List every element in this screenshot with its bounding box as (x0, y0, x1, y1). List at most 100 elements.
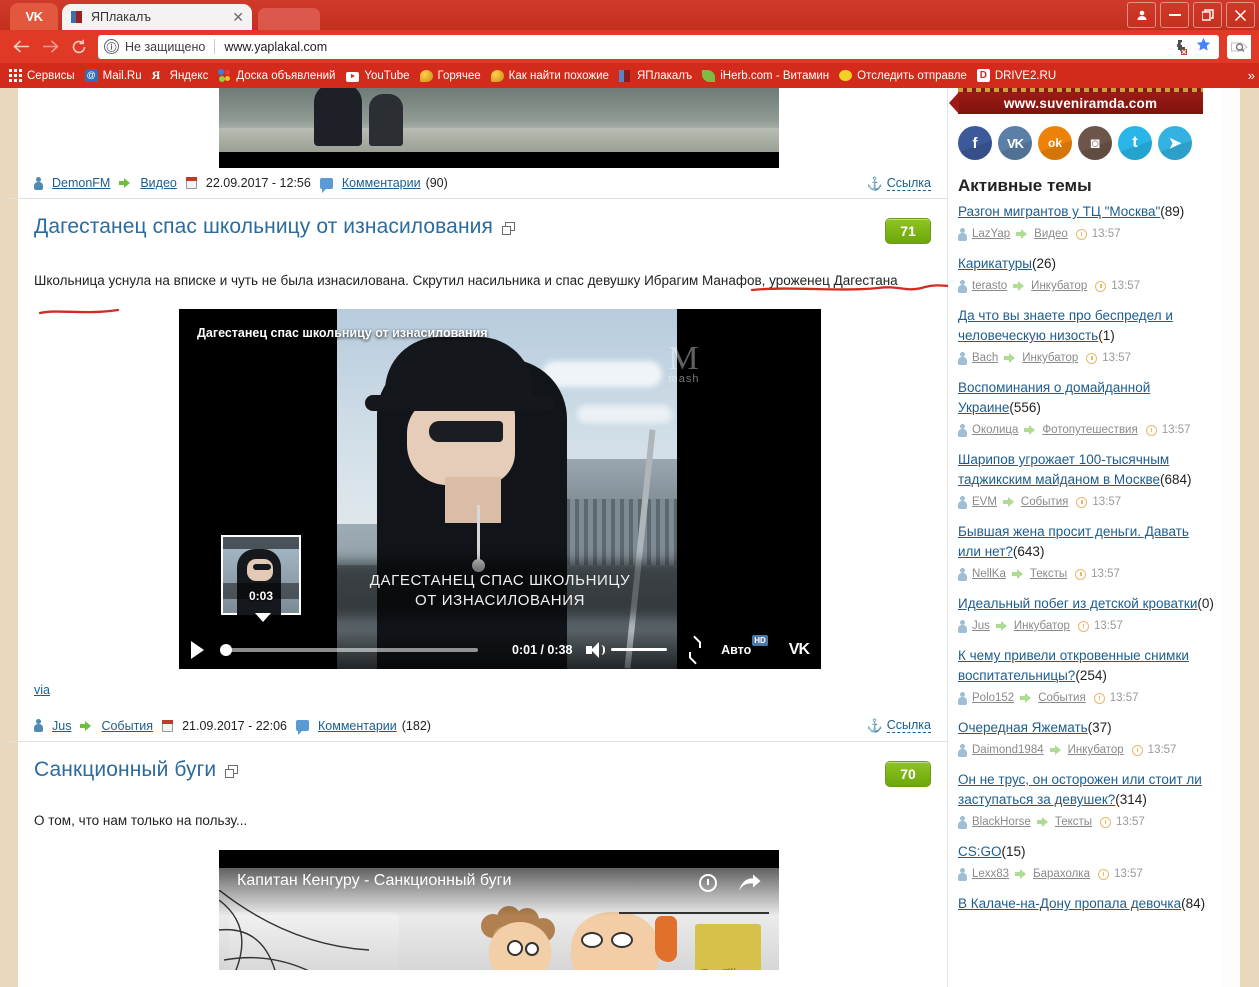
reload-button[interactable] (66, 34, 92, 60)
tab-yaplakal[interactable]: ЯПлакалъ ✕ (62, 4, 252, 30)
back-button[interactable] (8, 34, 34, 60)
topic-author-link[interactable]: BlackHorse (972, 813, 1031, 831)
topic-author-link[interactable]: Polo152 (972, 689, 1014, 707)
extension-puzzle-icon[interactable] (1172, 39, 1188, 55)
seek-bar[interactable] (220, 643, 478, 656)
topic-author-link[interactable]: Околица (972, 421, 1018, 439)
volume-slider[interactable] (610, 648, 667, 651)
bookmark-item-tracking[interactable]: Отследить отправле (834, 66, 972, 86)
profile-icon[interactable] (1127, 2, 1156, 28)
youtube-video-player[interactable]: Трампу Капитан Кенгуру - Санкционный буг… (219, 850, 779, 970)
topic-title-link[interactable]: Да что вы знаете про беспредел и человеч… (958, 308, 1173, 343)
topic-author-link[interactable]: Lexx83 (972, 865, 1009, 883)
close-button[interactable] (1226, 2, 1255, 28)
twitter-icon[interactable]: t (1118, 126, 1152, 160)
bookmark-item-similar[interactable]: Как найти похожие (486, 66, 614, 86)
topic-title-link[interactable]: Идеальный побег из детской кроватки (958, 596, 1197, 611)
copy-link-icon[interactable] (225, 764, 239, 778)
quality-selector[interactable]: АвтоHD (721, 634, 768, 657)
topic-author-link[interactable]: terasto (972, 277, 1007, 295)
security-info-icon[interactable]: ⓘ (104, 39, 119, 54)
bookmark-item-yaplakal[interactable]: ЯПлакалъ (614, 66, 697, 86)
address-bar[interactable]: ⓘ Не защищено www.yaplakal.com (98, 34, 1219, 59)
topic-section-link[interactable]: Тексты (1055, 813, 1092, 831)
bookmark-item-mailru[interactable]: @ Mail.Ru (80, 66, 147, 86)
topic-title-link[interactable]: Он не трус, он осторожен или стоит ли за… (958, 772, 1202, 807)
topic-section-link[interactable]: Тексты (1030, 565, 1067, 583)
fullscreen-icon[interactable] (688, 635, 702, 664)
bookmark-item-drive2[interactable]: D DRIVE2.RU (972, 66, 1061, 86)
topic-title-link[interactable]: К чему привели откровенные снимки воспит… (958, 648, 1189, 683)
tab-close-icon[interactable]: ✕ (232, 10, 244, 24)
topic-title-link[interactable]: Очередная Яжемать (958, 720, 1088, 735)
topic-title-link[interactable]: В Калаче-на-Дону пропала девочка (958, 896, 1181, 911)
topic-author-link[interactable]: Bach (972, 349, 998, 367)
share-icon[interactable] (739, 874, 761, 892)
youtube-video-title[interactable]: Капитан Кенгуру - Санкционный буги (237, 872, 511, 890)
bookmark-item-services[interactable]: Сервисы (4, 66, 80, 86)
post-permalink[interactable]: Ссылка (886, 718, 931, 733)
bookmark-item-youtube[interactable]: YouTube (341, 66, 414, 86)
vk-brand-icon[interactable]: VK (789, 641, 810, 659)
topic-author-link[interactable]: LazYap (972, 225, 1010, 243)
topic-section-link[interactable]: События (1038, 689, 1085, 707)
topic-author-link[interactable]: Daimond1984 (972, 741, 1044, 759)
instagram-icon[interactable]: ◙ (1078, 126, 1112, 160)
topic-section-link[interactable]: Барахолка (1033, 865, 1090, 883)
forward-button[interactable] (37, 34, 63, 60)
minimize-button[interactable] (1160, 2, 1189, 28)
post-permalink[interactable]: Ссылка (886, 176, 931, 191)
vk-video-player[interactable]: M mash Дагестанец спас школьницу от изна… (179, 308, 821, 669)
topic-section-link[interactable]: Инкубатор (1022, 349, 1078, 367)
topic-section-link[interactable]: Инкубатор (1014, 617, 1070, 635)
topic-section-link[interactable]: Фотопутешествия (1042, 421, 1137, 439)
topic-title-link[interactable]: Карикатуры (958, 256, 1032, 271)
topic-title-link[interactable]: Разгон мигрантов у ТЦ "Москва" (958, 204, 1160, 219)
via-link[interactable]: via (32, 669, 52, 697)
post-author-link[interactable]: DemonFM (52, 176, 110, 190)
yaplakal-favicon-icon (70, 10, 84, 24)
topic-section-link[interactable]: Инкубатор (1031, 277, 1087, 295)
topic-item: Шарипов угрожает 100-тысячным таджикским… (958, 450, 1214, 511)
vk-icon[interactable]: VK (998, 126, 1032, 160)
topic-author-link[interactable]: EVM (972, 493, 997, 511)
facebook-icon[interactable]: f (958, 126, 992, 160)
post-title[interactable]: Санкционный буги (34, 758, 216, 782)
video-thumbnail-truncated[interactable] (219, 88, 779, 168)
volume-icon[interactable] (586, 641, 606, 658)
page-left-margin (0, 88, 18, 987)
tab-vk-home[interactable]: VK (10, 3, 58, 30)
ad-banner[interactable]: www.suveniramda.com (949, 88, 1203, 114)
maximize-restore-button[interactable] (1193, 2, 1222, 28)
bookmarks-overflow-icon[interactable]: » (1248, 68, 1255, 83)
topic-author-link[interactable]: NellKa (972, 565, 1006, 583)
odnoklassniki-icon[interactable]: ok (1038, 126, 1072, 160)
topic-section-link[interactable]: Инкубатор (1068, 741, 1124, 759)
seek-preview-thumbnail: 0:03 (221, 534, 301, 622)
copy-link-icon[interactable] (501, 222, 515, 235)
bookmark-star-icon[interactable] (1196, 37, 1211, 56)
topic-section-link[interactable]: События (1021, 493, 1068, 511)
topic-title-link[interactable]: Воспоминания о домайданной Украине (958, 380, 1150, 415)
search-menu-icon[interactable] (1227, 34, 1251, 59)
topic-title-link[interactable]: Шарипов угрожает 100-тысячным таджикским… (958, 452, 1169, 487)
topic-section-link[interactable]: Видео (1034, 225, 1068, 243)
post-category-link[interactable]: Видео (140, 176, 177, 190)
topic-title-link[interactable]: Бывшая жена просит деньги. Давать или не… (958, 524, 1189, 559)
url-text[interactable]: www.yaplakal.com (224, 40, 1172, 54)
post-title[interactable]: Дагестанец спас школьницу от изнасилован… (34, 215, 493, 239)
topic-author-link[interactable]: Jus (972, 617, 990, 635)
post-category-link[interactable]: События (101, 719, 153, 733)
post-comments-link[interactable]: Комментарии (318, 719, 397, 733)
telegram-icon[interactable]: ➤ (1158, 126, 1192, 160)
watch-later-icon[interactable] (699, 874, 717, 892)
bookmark-item-yandex[interactable]: Я Яндекс (147, 66, 214, 86)
bookmark-item-avito[interactable]: Доска объявлений с (213, 66, 341, 86)
new-tab-button[interactable] (258, 8, 320, 30)
play-button[interactable] (191, 640, 204, 659)
bookmark-item-hot[interactable]: Горячее (415, 66, 486, 86)
post-author-link[interactable]: Jus (52, 719, 71, 733)
post-comments-link[interactable]: Комментарии (342, 176, 421, 190)
bookmark-item-iherb[interactable]: iHerb.com - Витамин (697, 66, 834, 86)
topic-title-link[interactable]: CS:GO (958, 844, 1002, 859)
